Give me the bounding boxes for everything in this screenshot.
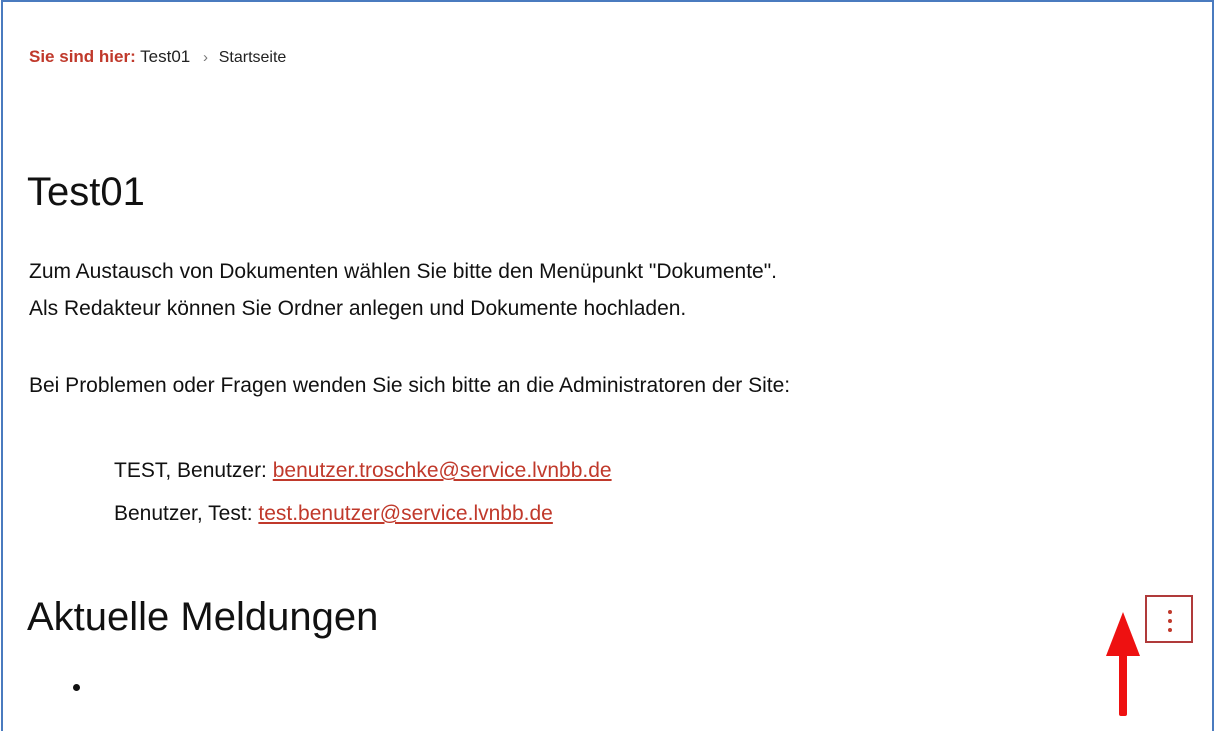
vertical-ellipsis-icon (1168, 610, 1172, 632)
breadcrumb-current-page: Startseite (218, 49, 287, 66)
breadcrumb-site-link[interactable]: Test01 (140, 47, 190, 66)
intro-line-editor: Als Redakteur können Sie Ordner anlegen … (29, 297, 687, 320)
red-arrow-up-icon (1106, 612, 1140, 716)
contact-item: TEST, Benutzer: benutzer.troschke@servic… (114, 449, 612, 492)
breadcrumb-label: Sie sind hier: (29, 47, 136, 66)
news-section-title: Aktuelle Meldungen (27, 595, 379, 639)
breadcrumb: Sie sind hier: Test01 › Startseite (29, 46, 286, 69)
intro-text: Zum Austausch von Dokumenten wählen Sie … (29, 253, 777, 327)
intro-line-documents: Zum Austausch von Dokumenten wählen Sie … (29, 260, 778, 283)
more-options-button[interactable] (1145, 595, 1193, 643)
contact-list: TEST, Benutzer: benutzer.troschke@servic… (114, 449, 612, 535)
contact-email-link[interactable]: benutzer.troschke@service.lvnbb.de (273, 459, 612, 482)
breadcrumb-chevron-icon: › (203, 49, 208, 66)
contact-email-link[interactable]: test.benutzer@service.lvnbb.de (258, 502, 552, 525)
news-list-bullet (73, 684, 80, 691)
page-title: Test01 (27, 170, 145, 214)
contact-note: Bei Problemen oder Fragen wenden Sie sic… (29, 374, 791, 397)
contact-name: Benutzer, Test: (114, 502, 253, 525)
contact-item: Benutzer, Test: test.benutzer@service.lv… (114, 492, 612, 535)
contact-name: TEST, Benutzer: (114, 459, 267, 482)
